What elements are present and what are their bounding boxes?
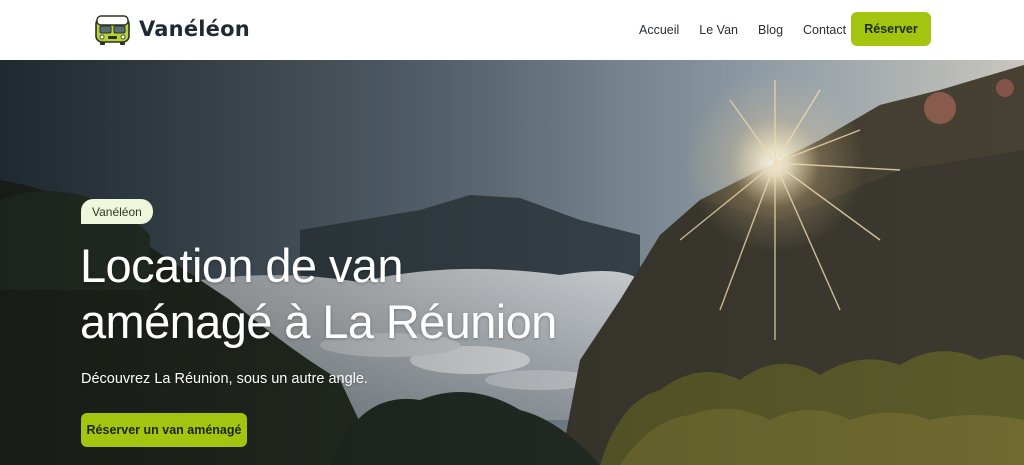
hero-section: Vanéléon Location de van aménagé à La Ré…: [0, 60, 1024, 465]
brand-logo[interactable]: Vanéléon: [94, 11, 250, 47]
brand-name: Vanéléon: [139, 17, 250, 41]
site-header: Vanéléon Accueil Le Van Blog Contact Rés…: [0, 0, 1024, 60]
reserve-van-button[interactable]: Réserver un van aménagé: [81, 413, 247, 447]
nav-item-le-van[interactable]: Le Van: [699, 23, 738, 37]
van-icon: [95, 15, 130, 45]
hero-title: Location de van aménagé à La Réunion: [80, 238, 640, 350]
main-nav: Accueil Le Van Blog Contact: [619, 0, 846, 60]
reserve-button[interactable]: Réserver: [851, 12, 931, 46]
hero-subtitle: Découvrez La Réunion, sous un autre angl…: [81, 371, 368, 387]
hero-title-line-2: aménagé à La Réunion: [80, 295, 557, 348]
nav-item-accueil[interactable]: Accueil: [639, 23, 679, 37]
nav-item-blog[interactable]: Blog: [758, 23, 783, 37]
hero-title-line-1: Location de van: [80, 239, 403, 292]
nav-item-contact[interactable]: Contact: [803, 23, 846, 37]
hero-badge: Vanéléon: [81, 199, 153, 224]
